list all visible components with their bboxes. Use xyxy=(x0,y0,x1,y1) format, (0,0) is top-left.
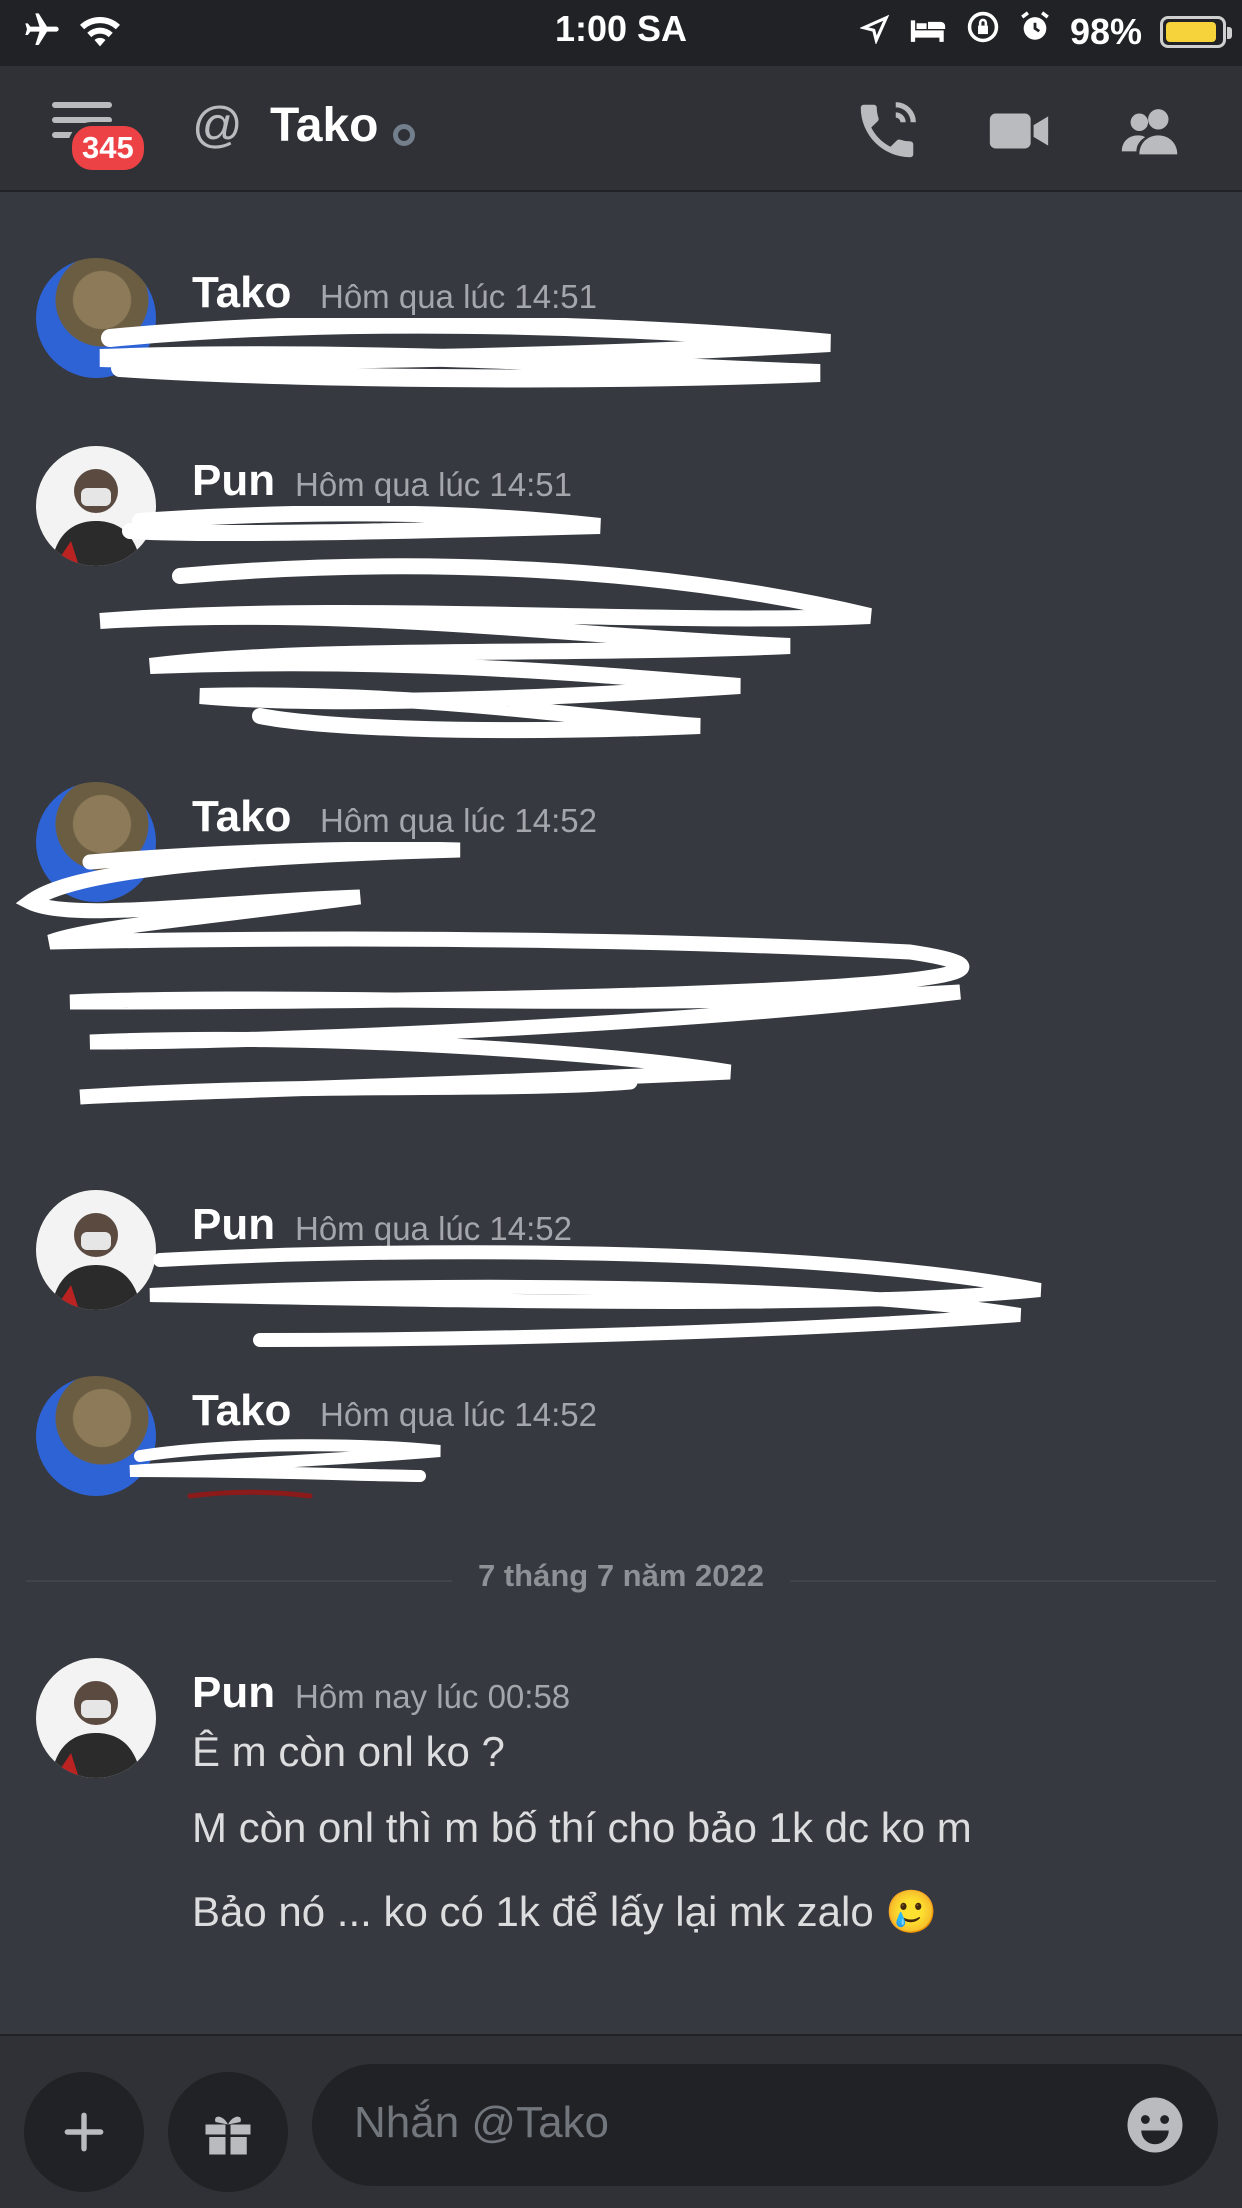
gift-button[interactable] xyxy=(168,2072,288,2192)
emoji-icon[interactable] xyxy=(1122,2092,1188,2158)
message: Pun Hôm qua lúc 14:52 xyxy=(0,1190,1242,1370)
message-timestamp: Hôm qua lúc 14:52 xyxy=(320,802,598,839)
message-timestamp: Hôm nay lúc 00:58 xyxy=(295,1678,571,1715)
plus-icon xyxy=(64,2112,104,2152)
lock-rotation-icon xyxy=(966,10,1000,53)
message: Tako Hôm qua lúc 14:51 xyxy=(0,258,1242,418)
message-timestamp: Hôm qua lúc 14:52 xyxy=(320,1396,598,1433)
members-icon[interactable] xyxy=(1116,96,1186,166)
redaction-scribble xyxy=(129,1439,441,1499)
gift-icon xyxy=(205,2116,251,2155)
message-timestamp: Hôm qua lúc 14:52 xyxy=(295,1210,573,1247)
message-text: Bảo nó ... ko có 1k để lấy lại mk zalo 🥲 xyxy=(192,1888,938,1935)
avatar[interactable] xyxy=(36,1376,156,1496)
message: Pun Hôm nay lúc 00:58 Ê m còn onl ko ? M… xyxy=(0,1658,1242,1958)
call-icon[interactable] xyxy=(852,96,922,166)
message-input-placeholder: Nhắn @Tako xyxy=(354,2098,610,2147)
bed-icon xyxy=(908,11,948,53)
battery-percent: 98% xyxy=(1069,10,1142,52)
battery-icon xyxy=(1160,15,1232,48)
location-icon xyxy=(858,11,890,53)
add-attachment-button[interactable] xyxy=(24,2072,144,2192)
redaction-scribble xyxy=(99,318,831,388)
date-divider-label: 7 tháng 7 năm 2022 xyxy=(451,1558,790,1593)
message-author[interactable]: Tako xyxy=(192,268,291,318)
message-text: Ê m còn onl ko ? xyxy=(192,1728,505,1775)
alarm-icon xyxy=(1018,10,1052,53)
message-input[interactable]: Nhắn @Tako xyxy=(312,2064,1218,2186)
message-composer: Nhắn @Tako xyxy=(0,2034,1242,2208)
message: Tako Hôm qua lúc 14:52 xyxy=(0,782,1242,1152)
status-bar: 1:00 SA 98% xyxy=(0,0,1242,66)
avatar[interactable] xyxy=(36,446,156,566)
avatar[interactable] xyxy=(36,258,156,378)
channel-header: 345 @ Tako xyxy=(0,66,1242,192)
message-timestamp: Hôm qua lúc 14:51 xyxy=(320,278,598,315)
message-author[interactable]: Pun xyxy=(192,1200,275,1250)
message-author[interactable]: Tako xyxy=(192,792,291,842)
redaction-scribble xyxy=(149,1245,1042,1347)
channel-title[interactable]: Tako xyxy=(270,98,378,153)
avatar[interactable] xyxy=(36,782,156,902)
redaction-scribble xyxy=(99,506,872,739)
redaction-scribble xyxy=(15,842,970,1105)
unread-badge: 345 xyxy=(68,122,148,174)
message-timestamp: Hôm qua lúc 14:51 xyxy=(295,466,573,503)
message-text: M còn onl thì m bố thí cho bảo 1k dc ko … xyxy=(192,1804,972,1851)
avatar[interactable] xyxy=(36,1190,156,1310)
at-icon: @ xyxy=(192,97,243,153)
video-icon[interactable] xyxy=(984,96,1054,166)
avatar[interactable] xyxy=(36,1658,156,1778)
message: Pun Hôm qua lúc 14:51 xyxy=(0,446,1242,756)
date-divider: 7 tháng 7 năm 2022 xyxy=(0,1558,1242,1594)
offline-status-icon xyxy=(393,124,415,146)
message-author[interactable]: Pun xyxy=(192,456,275,506)
message: Tako Hôm qua lúc 14:52 xyxy=(0,1376,1242,1526)
message-author[interactable]: Pun xyxy=(192,1668,275,1718)
message-author[interactable]: Tako xyxy=(192,1386,291,1436)
